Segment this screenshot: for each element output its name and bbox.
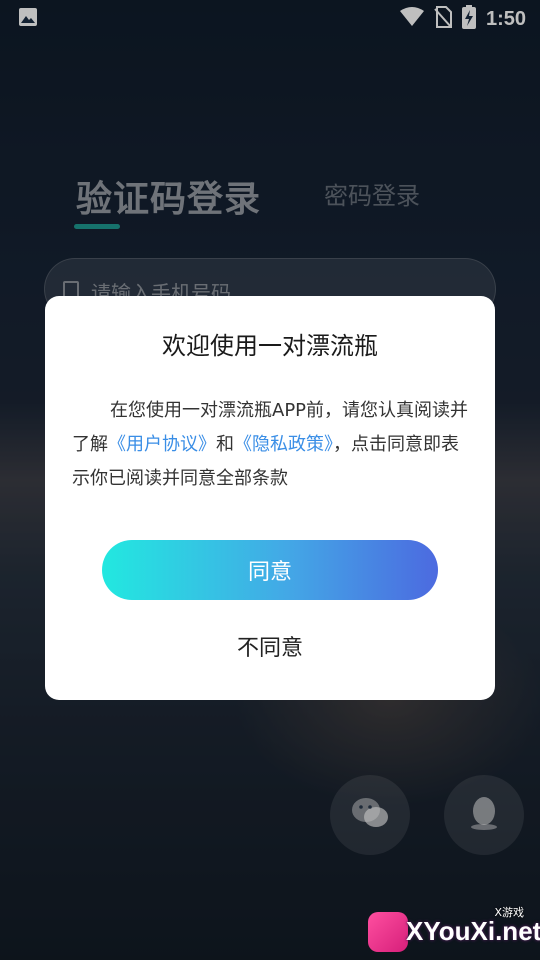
privacy-dialog: 欢迎使用一对漂流瓶 在您使用一对漂流瓶APP前，请您认真阅读并了解《用户协议》和… xyxy=(45,296,495,700)
dialog-title: 欢迎使用一对漂流瓶 xyxy=(162,332,378,360)
agree-button[interactable]: 同意 xyxy=(102,540,438,600)
user-agreement-link[interactable]: 《用户协议》 xyxy=(108,434,216,455)
dialog-body: 在您使用一对漂流瓶APP前，请您认真阅读并了解《用户协议》和《隐私政策》，点击同… xyxy=(72,394,472,496)
watermark-logo-icon xyxy=(368,912,408,952)
disagree-button[interactable]: 不同意 xyxy=(45,630,495,662)
privacy-policy-link[interactable]: 《隐私政策》 xyxy=(234,434,333,455)
dialog-body-and: 和 xyxy=(216,434,234,455)
site-watermark: X游戏 XYouXi.net xyxy=(368,902,540,960)
watermark-site: XYouXi.net xyxy=(406,916,540,946)
